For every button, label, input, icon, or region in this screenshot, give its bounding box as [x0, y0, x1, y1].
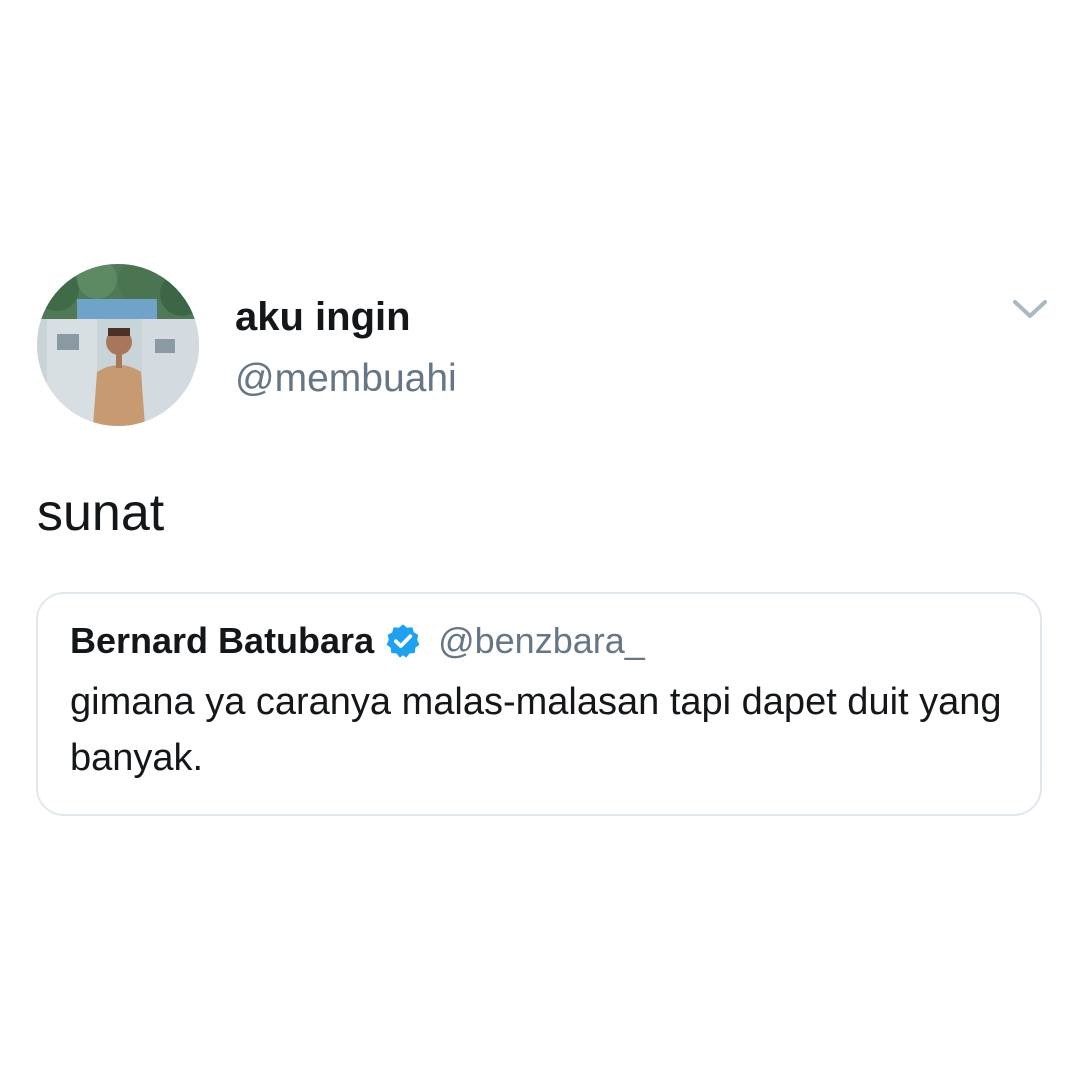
author-handle[interactable]: @membuahi — [235, 355, 457, 403]
verified-badge-icon — [386, 624, 420, 658]
quoted-author-display-name: Bernard Batubara — [70, 620, 375, 661]
avatar-photo — [37, 264, 199, 426]
quoted-tweet-text: gimana ya caranya malas-malasan tapi dap… — [70, 681, 1002, 779]
chevron-down-icon[interactable] — [1010, 294, 1050, 324]
quoted-tweet-card[interactable]: Bernard Batubara @benzbara_ gimana ya ca… — [36, 592, 1042, 816]
author-display-name[interactable]: aku ingin — [235, 293, 411, 341]
tweet-text: sunat — [37, 484, 165, 542]
quoted-tweet-header: Bernard Batubara @benzbara_ — [70, 618, 645, 664]
quoted-author-handle: @benzbara_ — [438, 620, 645, 661]
tweet: aku ingin @membuahi sunat Bernard Batuba… — [0, 0, 1080, 1080]
avatar[interactable] — [37, 264, 199, 426]
